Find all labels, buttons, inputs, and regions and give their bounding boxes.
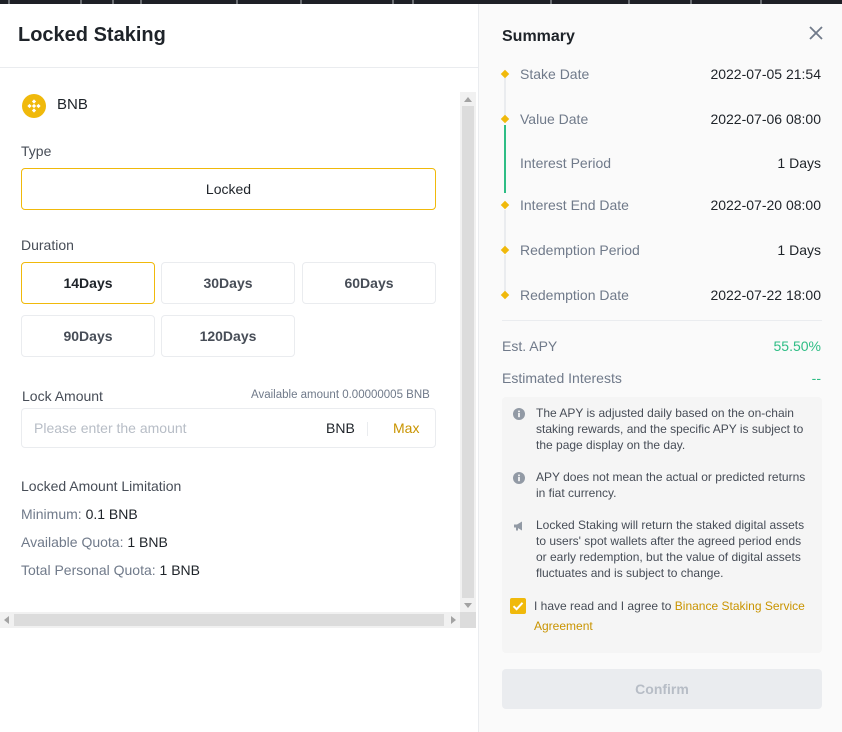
max-button[interactable]: Max (393, 420, 419, 436)
note-apy-adjusted: The APY is adjusted daily based on the o… (536, 406, 804, 452)
amount-unit: BNB (326, 420, 355, 436)
estimated-interests-label: Estimated Interests (502, 370, 622, 386)
timeline-line-active (504, 125, 506, 193)
bnb-coin-icon (22, 94, 46, 118)
summary-label-interest-end-date: Interest End Date (520, 197, 629, 213)
timeline-line (504, 255, 506, 293)
summary-pane: Summary Stake Date 2022-07-05 21:54 Valu… (478, 4, 842, 732)
summary-label-stake-date: Stake Date (520, 66, 590, 82)
scrollbar-corner (460, 612, 476, 628)
limit-minimum-value: 0.1 BNB (85, 506, 138, 522)
limit-minimum: Minimum: 0.1 BNB (21, 506, 138, 522)
duration-option-60days[interactable]: 60Days (302, 262, 436, 304)
summary-label-redemption-date: Redemption Date (520, 287, 629, 303)
timeline-dot-icon (501, 70, 509, 78)
lock-amount-field: BNB Max (21, 408, 436, 448)
limit-available-quota: Available Quota: 1 BNB (21, 534, 168, 550)
limitation-title: Locked Amount Limitation (21, 478, 182, 494)
locked-staking-modal: Locked Staking BNB Type Locked Duration … (0, 4, 842, 732)
summary-value-interest-period: 1 Days (777, 155, 821, 171)
lock-amount-input[interactable] (34, 418, 304, 438)
agreement-text: I have read and I agree to Binance Staki… (534, 596, 814, 636)
summary-value-value-date: 2022-07-06 08:00 (710, 111, 821, 127)
notes-box: The APY is adjusted daily based on the o… (502, 397, 822, 653)
horizontal-scrollbar[interactable] (0, 612, 460, 628)
timeline-dot-icon (501, 246, 509, 254)
lock-amount-label: Lock Amount (22, 388, 103, 404)
limit-total-quota-label: Total Personal Quota: (21, 562, 156, 578)
note-apy-not-returns: APY does not mean the actual or predicte… (536, 470, 806, 500)
summary-divider (502, 320, 822, 321)
duration-option-90days[interactable]: 90Days (21, 315, 155, 357)
summary-label-redemption-period: Redemption Period (520, 242, 640, 258)
duration-label: Duration (21, 237, 74, 253)
close-icon[interactable] (807, 24, 825, 42)
duration-option-14days[interactable]: 14Days (21, 262, 155, 304)
estimated-interests-value: -- (811, 370, 821, 386)
modal-title: Locked Staking (18, 24, 166, 46)
duration-option-30days[interactable]: 30Days (161, 262, 295, 304)
scroll-down-arrow-icon[interactable] (464, 603, 472, 608)
summary-title: Summary (502, 28, 575, 45)
summary-value-stake-date: 2022-07-05 21:54 (710, 66, 821, 82)
horizontal-scroll-thumb[interactable] (14, 614, 444, 626)
summary-value-redemption-period: 1 Days (777, 242, 821, 258)
timeline-line (504, 78, 506, 116)
summary-label-interest-period: Interest Period (520, 155, 612, 171)
duration-option-120days[interactable]: 120Days (161, 315, 295, 357)
summary-value-interest-end-date: 2022-07-20 08:00 (710, 197, 821, 213)
available-amount: Available amount 0.00000005 BNB (251, 389, 430, 401)
timeline-dot-icon (501, 291, 509, 299)
timeline-dot-icon (501, 201, 509, 209)
summary-label-value-date: Value Date (520, 111, 589, 127)
vertical-scroll-thumb[interactable] (462, 106, 474, 598)
scroll-up-arrow-icon[interactable] (464, 97, 472, 102)
timeline-line (504, 210, 506, 248)
limit-minimum-label: Minimum: (21, 506, 82, 522)
type-selector-locked[interactable]: Locked (21, 168, 436, 210)
note-locked-staking-return: Locked Staking will return the staked di… (536, 518, 805, 580)
agreement-prefix: I have read and I agree to (534, 599, 672, 613)
est-apy-value: 55.50% (773, 338, 821, 354)
megaphone-icon (514, 521, 522, 531)
asset-name: BNB (57, 96, 88, 113)
type-label: Type (21, 143, 52, 159)
scroll-left-arrow-icon[interactable] (4, 616, 9, 624)
info-icon (513, 472, 525, 484)
staking-form-pane: Locked Staking BNB Type Locked Duration … (0, 4, 478, 732)
limit-total-quota: Total Personal Quota: 1 BNB (21, 562, 200, 578)
est-apy-label: Est. APY (502, 338, 558, 354)
info-icon (513, 408, 525, 420)
confirm-button[interactable]: Confirm (502, 669, 822, 709)
limit-available-quota-value: 1 BNB (127, 534, 168, 550)
agreement-checkbox[interactable] (510, 598, 526, 614)
scroll-right-arrow-icon[interactable] (451, 616, 456, 624)
vertical-scrollbar[interactable] (460, 92, 476, 612)
check-icon (512, 602, 524, 611)
amount-divider (367, 422, 368, 436)
limit-available-quota-label: Available Quota: (21, 534, 124, 550)
title-divider (0, 67, 478, 68)
timeline-dot-icon (501, 115, 509, 123)
limit-total-quota-value: 1 BNB (159, 562, 200, 578)
summary-value-redemption-date: 2022-07-22 18:00 (710, 287, 821, 303)
